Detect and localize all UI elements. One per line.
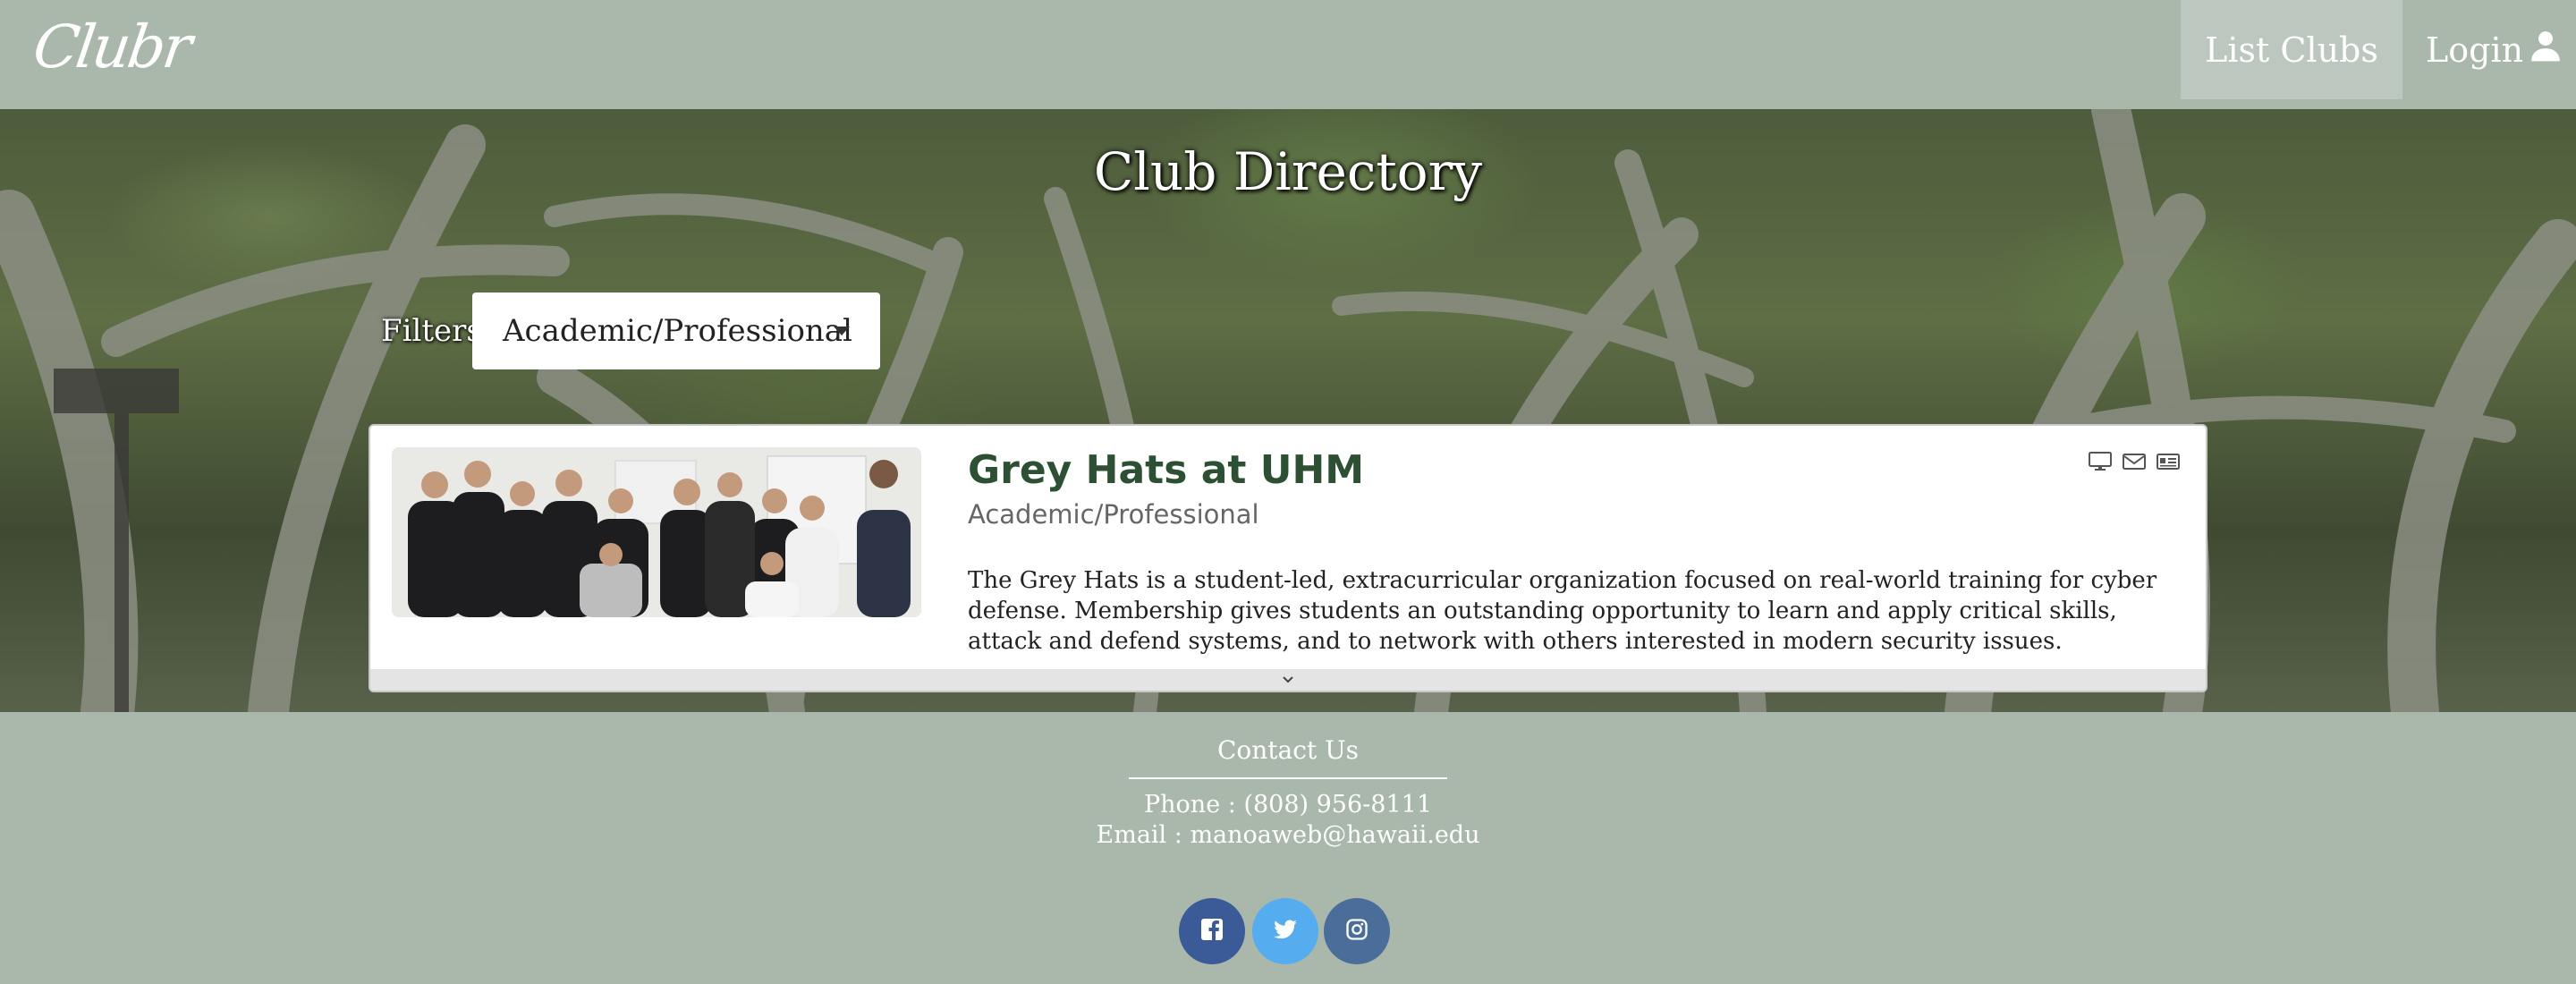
instagram-icon — [1344, 917, 1369, 946]
twitter-icon — [1273, 917, 1298, 946]
club-photo — [392, 447, 921, 617]
club-card[interactable]: Grey Hats at UHM Academic/Professional T… — [369, 424, 2207, 692]
page-title: Club Directory — [1093, 141, 1483, 202]
filters-label: Filters — [381, 313, 482, 349]
logo[interactable]: Clubr — [30, 13, 194, 81]
facebook-button[interactable] — [1179, 898, 1245, 964]
contact-divider — [1129, 777, 1447, 779]
header: Clubr List Clubs Login — [0, 0, 2576, 109]
caret-down-icon — [834, 327, 850, 335]
nav-list-clubs[interactable]: List Clubs — [2181, 0, 2402, 99]
contact-phone: Phone : (808) 956-8111 — [1144, 791, 1432, 819]
contact-email[interactable]: Email : manoaweb@hawaii.edu — [0, 821, 2576, 849]
club-contact-icons — [2088, 451, 2181, 476]
twitter-button[interactable] — [1252, 898, 1318, 964]
category-filter-dropdown[interactable]: Academic/Professional — [472, 293, 880, 369]
instagram-button[interactable] — [1324, 898, 1390, 964]
club-description: The Grey Hats is a student-led, extracur… — [968, 567, 2157, 655]
filter-selected-value: Academic/Professional — [503, 313, 852, 349]
club-name[interactable]: Grey Hats at UHM — [968, 447, 1364, 493]
nav-login-label: Login — [2426, 30, 2524, 70]
expand-toggle[interactable] — [370, 669, 2206, 691]
footer: Contact Us Phone : (808) 956-8111 Email … — [0, 712, 2576, 984]
envelope-icon[interactable] — [2122, 451, 2147, 476]
id-card-icon[interactable] — [2156, 451, 2181, 476]
nav-login[interactable]: Login — [2426, 0, 2563, 99]
user-icon — [2529, 29, 2563, 71]
chevron-down-icon — [1281, 672, 1295, 689]
monitor-icon[interactable] — [2088, 451, 2113, 476]
contact-title: Contact Us — [1216, 735, 1360, 765]
facebook-icon — [1199, 917, 1224, 946]
club-category: Academic/Professional — [968, 499, 1259, 530]
